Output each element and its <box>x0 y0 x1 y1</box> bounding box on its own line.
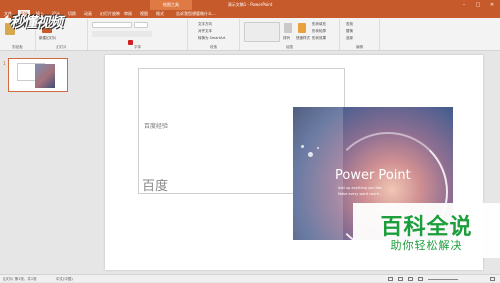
reading-view-icon[interactable] <box>418 277 423 281</box>
align-text-button[interactable]: 对齐文本 <box>198 29 212 34</box>
contextual-tab-label: 绘图工具 <box>150 0 192 10</box>
font-size-select[interactable] <box>134 22 148 28</box>
shape-outline-button[interactable]: 形状轮廓 <box>312 29 326 34</box>
quick-styles-label[interactable]: 快速样式 <box>296 36 310 41</box>
picture-subtitle-2: Make every word count... <box>338 192 383 196</box>
textbox-small-text: 百度经验 <box>144 123 169 130</box>
group-label-font: 字体 <box>134 45 141 49</box>
font-format-buttons[interactable] <box>92 31 152 37</box>
picture-dot <box>308 152 313 157</box>
arrange-label[interactable]: 排列 <box>283 36 290 41</box>
select-button[interactable]: 选择 <box>346 36 353 41</box>
baike-badge: 百科全说 助你轻松解决 <box>353 203 500 258</box>
slide-thumbnail[interactable] <box>8 58 68 92</box>
slide-sorter-icon[interactable] <box>408 277 413 281</box>
window-title: 演示文稿1 - PowerPoint <box>227 2 273 7</box>
group-drawing: 排列 快速样式 形状填充 形状轮廓 形状效果 绘图 <box>240 19 340 50</box>
arrange-icon[interactable] <box>284 23 292 33</box>
picture-subtitle-1: Add up anything you like <box>338 186 382 190</box>
picture-title: Power Point <box>335 168 411 183</box>
normal-view-icon[interactable] <box>398 277 403 281</box>
tab-view[interactable]: 视图 <box>140 10 148 18</box>
minimize-button[interactable]: – <box>458 0 470 10</box>
group-label-drawing: 绘图 <box>286 45 293 49</box>
picture-dot <box>301 145 304 148</box>
shape-effects-button[interactable]: 形状效果 <box>312 36 326 41</box>
group-editing: 查找 替换 选择 编辑 <box>340 19 380 50</box>
badge-subtitle: 助你轻松解决 <box>390 239 463 252</box>
watermark-logo: ◖ 秒懂视频 <box>4 12 100 34</box>
group-paragraph: 文字方向 对齐文本 转换为 SmartArt 段落 <box>188 19 240 50</box>
notes-icon[interactable] <box>388 277 393 281</box>
zoom-slider[interactable] <box>428 279 458 280</box>
shapes-gallery[interactable] <box>244 22 280 42</box>
maximize-button[interactable]: □ <box>472 0 484 10</box>
shape-fill-button[interactable]: 形状填充 <box>312 22 326 27</box>
replace-button[interactable]: 替换 <box>346 29 353 34</box>
group-label-editing: 编辑 <box>356 45 363 49</box>
smartart-button[interactable]: 转换为 SmartArt <box>198 36 225 41</box>
tab-review[interactable]: 审阅 <box>124 10 132 18</box>
thumbnail-image <box>35 64 55 88</box>
group-label-paragraph: 段落 <box>210 45 217 49</box>
text-direction-button[interactable]: 文字方向 <box>198 22 212 27</box>
close-button[interactable]: ✕ <box>486 0 498 10</box>
tab-slideshow[interactable]: 幻灯片放映 <box>100 10 120 18</box>
tab-format[interactable]: 格式 <box>156 10 164 18</box>
quick-styles-icon[interactable] <box>298 23 306 33</box>
find-button[interactable]: 查找 <box>346 22 353 27</box>
textbox-big-text: 百度 <box>142 179 169 194</box>
slide-thumbnails-pane: 1 <box>0 51 96 274</box>
watermark-text: 秒懂视频 <box>10 15 63 31</box>
thumbnail-number: 1 <box>3 61 6 66</box>
status-bar: 幻灯片 第1张，共1张 中文(中国) <box>0 274 500 282</box>
new-slide-label[interactable]: 新建幻灯片 <box>39 36 57 41</box>
group-label-slides: 幻灯片 <box>56 45 67 49</box>
tell-me-box[interactable]: 告诉我您想要做什么... <box>176 10 216 18</box>
group-label-clipboard: 剪贴板 <box>12 45 23 49</box>
group-font: 字体 <box>88 19 188 50</box>
title-bar: 演示文稿1 - PowerPoint 绘图工具 – □ ✕ <box>0 0 500 10</box>
picture-dot <box>317 147 319 149</box>
fit-to-window-icon[interactable] <box>490 277 495 281</box>
